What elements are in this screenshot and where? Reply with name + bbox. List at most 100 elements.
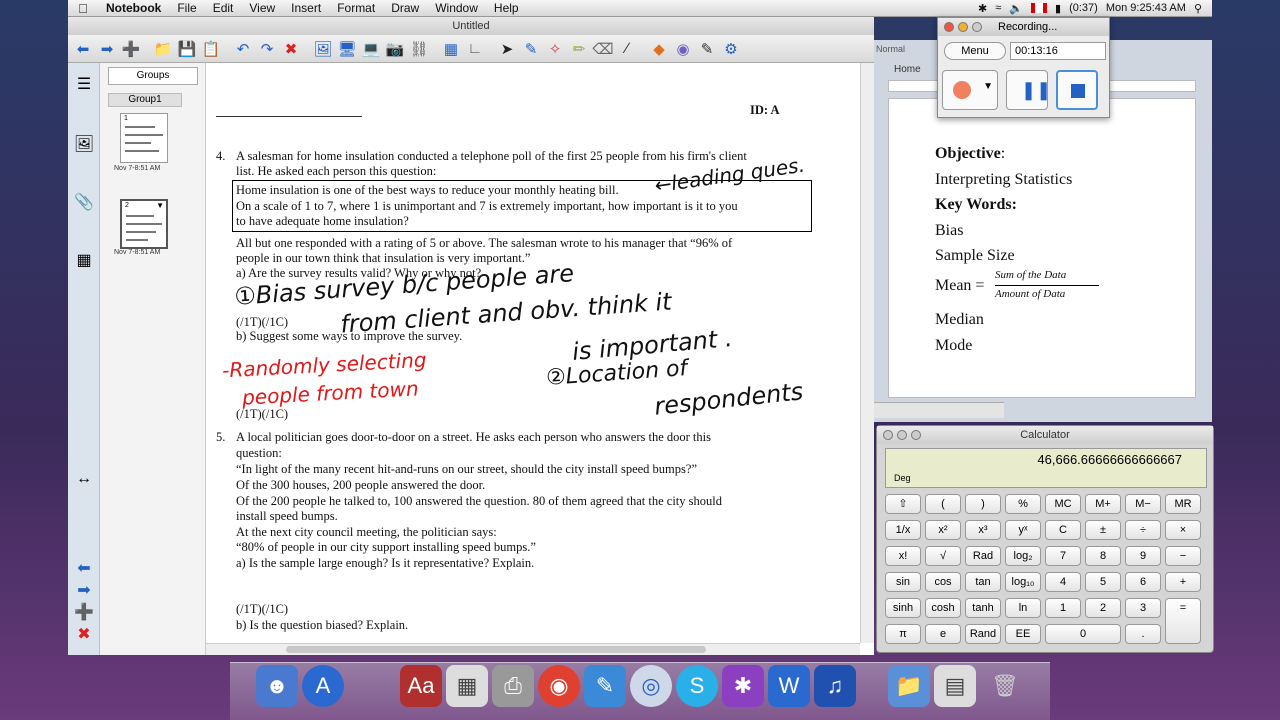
spotlight-icon[interactable]: ⚲ — [1194, 2, 1202, 15]
menu-file[interactable]: File — [169, 1, 204, 15]
bluetooth-icon[interactable]: ✱ — [978, 2, 987, 15]
view-buttons[interactable] — [874, 402, 1004, 418]
wifi-icon[interactable]: ≈ — [995, 2, 1001, 14]
calculator-key[interactable]: √ — [925, 546, 961, 566]
calculator-key[interactable]: x² — [925, 520, 961, 540]
redo-icon[interactable]: ↷ — [256, 38, 278, 60]
text-tool-icon[interactable]: ✎ — [696, 38, 718, 60]
calculator-key[interactable]: = — [1165, 598, 1201, 644]
calculator-app-icon[interactable]: ▦ — [446, 665, 488, 707]
page-sorter-tab-icon[interactable]: ☰ — [72, 73, 96, 97]
group-label[interactable]: Group1 — [108, 93, 182, 107]
menu-format[interactable]: Format — [329, 1, 383, 15]
calculator-key[interactable]: MC — [1045, 494, 1081, 514]
calculator-key[interactable]: − — [1165, 546, 1201, 566]
save-icon[interactable]: 💾 — [176, 38, 198, 60]
calculator-key[interactable]: + — [1165, 572, 1201, 592]
calculator-key[interactable]: 3 — [1125, 598, 1161, 618]
groups-button[interactable]: Groups — [108, 67, 198, 85]
menu-app[interactable]: Notebook — [98, 1, 169, 15]
documents-stack-icon[interactable]: ▤ — [934, 665, 976, 707]
calculator-key[interactable]: log₂ — [1005, 546, 1041, 566]
stop-button[interactable] — [1056, 70, 1098, 110]
trash-icon[interactable]: 🗑 — [984, 665, 1026, 707]
ink-annotation[interactable]: respondents — [653, 377, 804, 420]
recording-menu-button[interactable]: Menu — [944, 42, 1006, 60]
horizontal-scrollbar[interactable] — [206, 643, 860, 655]
battery-icon[interactable]: ▮ — [1055, 2, 1061, 15]
calculator-key[interactable]: EE — [1005, 624, 1041, 644]
sidebar-back-icon[interactable]: ⬅ — [72, 557, 96, 581]
menu-window[interactable]: Window — [427, 1, 486, 15]
calculator-key[interactable]: log₁₀ — [1005, 572, 1041, 592]
calculator-key[interactable]: π — [885, 624, 921, 644]
calculator-key[interactable]: 8 — [1085, 546, 1121, 566]
ink-annotation-red[interactable]: people from town — [241, 376, 419, 409]
capture-icon[interactable]: 📷 — [384, 38, 406, 60]
calculator-key[interactable]: C — [1045, 520, 1081, 540]
paste-icon[interactable]: 📋 — [200, 38, 222, 60]
calculator-key[interactable]: M− — [1125, 494, 1161, 514]
zoom-button[interactable] — [911, 430, 921, 440]
calculator-key[interactable]: 1/x — [885, 520, 921, 540]
document-camera-icon[interactable]: ⛓ — [408, 38, 430, 60]
forward-arrow-icon[interactable]: ➡ — [96, 38, 118, 60]
calculator-key[interactable]: 9 — [1125, 546, 1161, 566]
calculator-key[interactable]: 0 — [1045, 624, 1121, 644]
menu-draw[interactable]: Draw — [383, 1, 427, 15]
properties-tab-icon[interactable]: ▦ — [72, 249, 96, 273]
calculator-key[interactable]: tanh — [965, 598, 1001, 618]
calculator-key[interactable]: 2 — [1085, 598, 1121, 618]
screen-shade-icon[interactable]: 🖼 — [312, 38, 334, 60]
slack-icon[interactable]: ✱ — [722, 665, 764, 707]
calculator-key[interactable]: Rad — [965, 546, 1001, 566]
calculator-key[interactable]: ) — [965, 494, 1001, 514]
calculator-key[interactable]: cosh — [925, 598, 961, 618]
dvd-player-icon[interactable]: ◎ — [630, 665, 672, 707]
properties-icon[interactable]: ⚙ — [720, 38, 742, 60]
delete-icon[interactable]: ✖ — [280, 38, 302, 60]
close-button[interactable] — [883, 430, 893, 440]
menu-help[interactable]: Help — [486, 1, 527, 15]
calculator-key[interactable]: 4 — [1045, 572, 1081, 592]
ink-annotation[interactable]: ②Location of — [545, 356, 688, 391]
open-folder-icon[interactable]: 📁 — [152, 38, 174, 60]
gallery-tab-icon[interactable]: 🖼 — [72, 133, 96, 157]
fill-icon[interactable]: ◉ — [672, 38, 694, 60]
calculator-key[interactable]: x! — [885, 546, 921, 566]
calculator-key[interactable]: MR — [1165, 494, 1201, 514]
vertical-scrollbar[interactable] — [860, 63, 874, 643]
pen-icon[interactable]: ✎ — [520, 38, 542, 60]
calculator-key[interactable]: 1 — [1045, 598, 1081, 618]
calculator-key[interactable]: ÷ — [1125, 520, 1161, 540]
calculator-key[interactable]: 6 — [1125, 572, 1161, 592]
eraser-icon[interactable]: ⌫ — [592, 38, 614, 60]
menu-edit[interactable]: Edit — [205, 1, 242, 15]
app-store-icon[interactable]: A — [302, 665, 344, 707]
calculator-key[interactable]: × — [1165, 520, 1201, 540]
add-page-icon[interactable]: ➕ — [120, 38, 142, 60]
select-pointer-icon[interactable]: ➤ — [496, 38, 518, 60]
shapes-icon[interactable]: ◆ — [648, 38, 670, 60]
creative-pen-icon[interactable]: ✧ — [544, 38, 566, 60]
calculator-key[interactable]: ( — [925, 494, 961, 514]
calculator-key[interactable]: sinh — [885, 598, 921, 618]
dictionary-icon[interactable]: Aa — [400, 665, 442, 707]
calculator-key[interactable]: . — [1125, 624, 1161, 644]
notebook-page[interactable]: ID: A 4. A salesman for home insulation … — [206, 63, 860, 643]
record-button[interactable]: ▼ — [942, 70, 998, 110]
calculator-key[interactable]: cos — [925, 572, 961, 592]
battery-time[interactable]: (0:37) — [1069, 2, 1098, 14]
minimize-button[interactable] — [958, 22, 968, 32]
apple-menu-icon[interactable]:  — [68, 1, 98, 16]
calculator-key[interactable]: sin — [885, 572, 921, 592]
skype-icon[interactable]: S — [676, 665, 718, 707]
undo-icon[interactable]: ↶ — [232, 38, 254, 60]
finder-icon[interactable]: ☻ — [256, 665, 298, 707]
word-icon[interactable]: W — [768, 665, 810, 707]
menubar-clock[interactable]: Mon 9:25:43 AM — [1106, 2, 1186, 14]
back-arrow-icon[interactable]: ⬅ — [72, 38, 94, 60]
calculator-key[interactable]: ⇧ — [885, 494, 921, 514]
downloads-folder-icon[interactable]: 📁 — [888, 665, 930, 707]
calculator-key[interactable]: M+ — [1085, 494, 1121, 514]
